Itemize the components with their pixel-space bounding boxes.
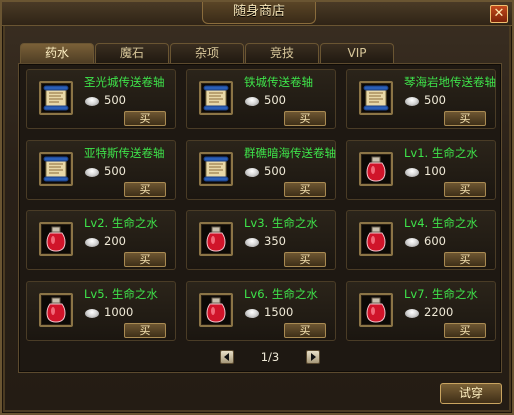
buy-button[interactable]: 买	[444, 252, 486, 267]
scroll-icon[interactable]	[199, 81, 233, 115]
shop-window: 随身商店 ✕ 药水 魔石 杂项 竞技 VIP 圣光城传送卷轴 500 买 铁城传…	[0, 0, 514, 415]
prev-page-button[interactable]	[220, 350, 234, 364]
buy-button[interactable]: 买	[284, 182, 326, 197]
silver-coin-icon	[245, 168, 259, 177]
red-potion-icon[interactable]	[199, 222, 233, 256]
shop-item-slot[interactable]: Lv5. 生命之水 1000 买	[26, 281, 176, 341]
silver-coin-icon	[85, 168, 99, 177]
scroll-icon[interactable]	[39, 152, 73, 186]
window-title: 随身商店	[202, 2, 316, 24]
red-potion-icon[interactable]	[39, 222, 73, 256]
silver-coin-icon	[85, 97, 99, 106]
silver-coin-icon	[245, 309, 259, 318]
item-price: 100	[424, 164, 446, 178]
item-name: Lv3. 生命之水	[244, 216, 318, 230]
item-name: Lv6. 生命之水	[244, 287, 318, 301]
item-name: Lv5. 生命之水	[84, 287, 158, 301]
try-on-button[interactable]: 试穿	[440, 383, 502, 404]
item-name: 群礁暗海传送卷轴	[244, 146, 336, 160]
shop-item-slot[interactable]: 群礁暗海传送卷轴 500 买	[186, 140, 336, 200]
silver-coin-icon	[85, 309, 99, 318]
pagination: 1/3	[220, 350, 320, 366]
shop-item-slot[interactable]: Lv6. 生命之水 1500 买	[186, 281, 336, 341]
red-potion-icon[interactable]	[359, 152, 393, 186]
item-price: 1000	[104, 305, 134, 319]
category-tabs: 药水 魔石 杂项 竞技 VIP	[20, 43, 395, 65]
item-price: 1500	[264, 305, 294, 319]
close-button[interactable]: ✕	[490, 5, 508, 23]
page-indicator: 1/3	[260, 350, 280, 364]
item-price: 2200	[424, 305, 454, 319]
silver-coin-icon	[405, 97, 419, 106]
buy-button[interactable]: 买	[284, 111, 326, 126]
tab-arena[interactable]: 竞技	[245, 43, 319, 64]
shop-item-slot[interactable]: 铁城传送卷轴 500 买	[186, 69, 336, 129]
red-potion-icon[interactable]	[359, 293, 393, 327]
red-potion-icon[interactable]	[359, 222, 393, 256]
silver-coin-icon	[245, 238, 259, 247]
scroll-icon[interactable]	[199, 152, 233, 186]
shop-item-slot[interactable]: 圣光城传送卷轴 500 买	[26, 69, 176, 129]
buy-button[interactable]: 买	[124, 111, 166, 126]
tab-misc[interactable]: 杂项	[170, 43, 244, 64]
item-name: Lv7. 生命之水	[404, 287, 478, 301]
item-name: 铁城传送卷轴	[244, 75, 313, 89]
buy-button[interactable]: 买	[444, 111, 486, 126]
item-price: 200	[104, 234, 126, 248]
buy-button[interactable]: 买	[444, 323, 486, 338]
item-name: 圣光城传送卷轴	[84, 75, 165, 89]
buy-button[interactable]: 买	[124, 182, 166, 197]
title-bar[interactable]: 随身商店 ✕	[2, 2, 512, 26]
item-name: Lv4. 生命之水	[404, 216, 478, 230]
shop-item-slot[interactable]: Lv2. 生命之水 200 买	[26, 210, 176, 270]
buy-button[interactable]: 买	[444, 182, 486, 197]
item-price: 500	[424, 93, 446, 107]
shop-item-slot[interactable]: Lv7. 生命之水 2200 买	[346, 281, 496, 341]
shop-item-slot[interactable]: 琴海岩地传送卷轴 500 买	[346, 69, 496, 129]
scroll-icon[interactable]	[39, 81, 73, 115]
item-price: 350	[264, 234, 286, 248]
item-name: 琴海岩地传送卷轴	[404, 75, 496, 89]
shop-item-slot[interactable]: 亚特斯传送卷轴 500 买	[26, 140, 176, 200]
shop-item-slot[interactable]: Lv4. 生命之水 600 买	[346, 210, 496, 270]
item-price: 600	[424, 234, 446, 248]
item-name: 亚特斯传送卷轴	[84, 146, 165, 160]
tab-magic-stones[interactable]: 魔石	[95, 43, 169, 64]
arrow-left-icon	[224, 353, 229, 361]
silver-coin-icon	[245, 97, 259, 106]
item-name: Lv2. 生命之水	[84, 216, 158, 230]
red-potion-icon[interactable]	[199, 293, 233, 327]
buy-button[interactable]: 买	[124, 323, 166, 338]
next-page-button[interactable]	[306, 350, 320, 364]
scroll-icon[interactable]	[359, 81, 393, 115]
silver-coin-icon	[85, 238, 99, 247]
shop-item-slot[interactable]: Lv3. 生命之水 350 买	[186, 210, 336, 270]
shop-item-slot[interactable]: Lv1. 生命之水 100 买	[346, 140, 496, 200]
item-price: 500	[104, 164, 126, 178]
arrow-right-icon	[311, 353, 316, 361]
buy-button[interactable]: 买	[284, 323, 326, 338]
item-price: 500	[264, 164, 286, 178]
buy-button[interactable]: 买	[124, 252, 166, 267]
item-price: 500	[264, 93, 286, 107]
buy-button[interactable]: 买	[284, 252, 326, 267]
silver-coin-icon	[405, 309, 419, 318]
silver-coin-icon	[405, 168, 419, 177]
red-potion-icon[interactable]	[39, 293, 73, 327]
item-name: Lv1. 生命之水	[404, 146, 478, 160]
silver-coin-icon	[405, 238, 419, 247]
tab-potions[interactable]: 药水	[20, 43, 94, 65]
item-price: 500	[104, 93, 126, 107]
tab-vip[interactable]: VIP	[320, 43, 394, 64]
